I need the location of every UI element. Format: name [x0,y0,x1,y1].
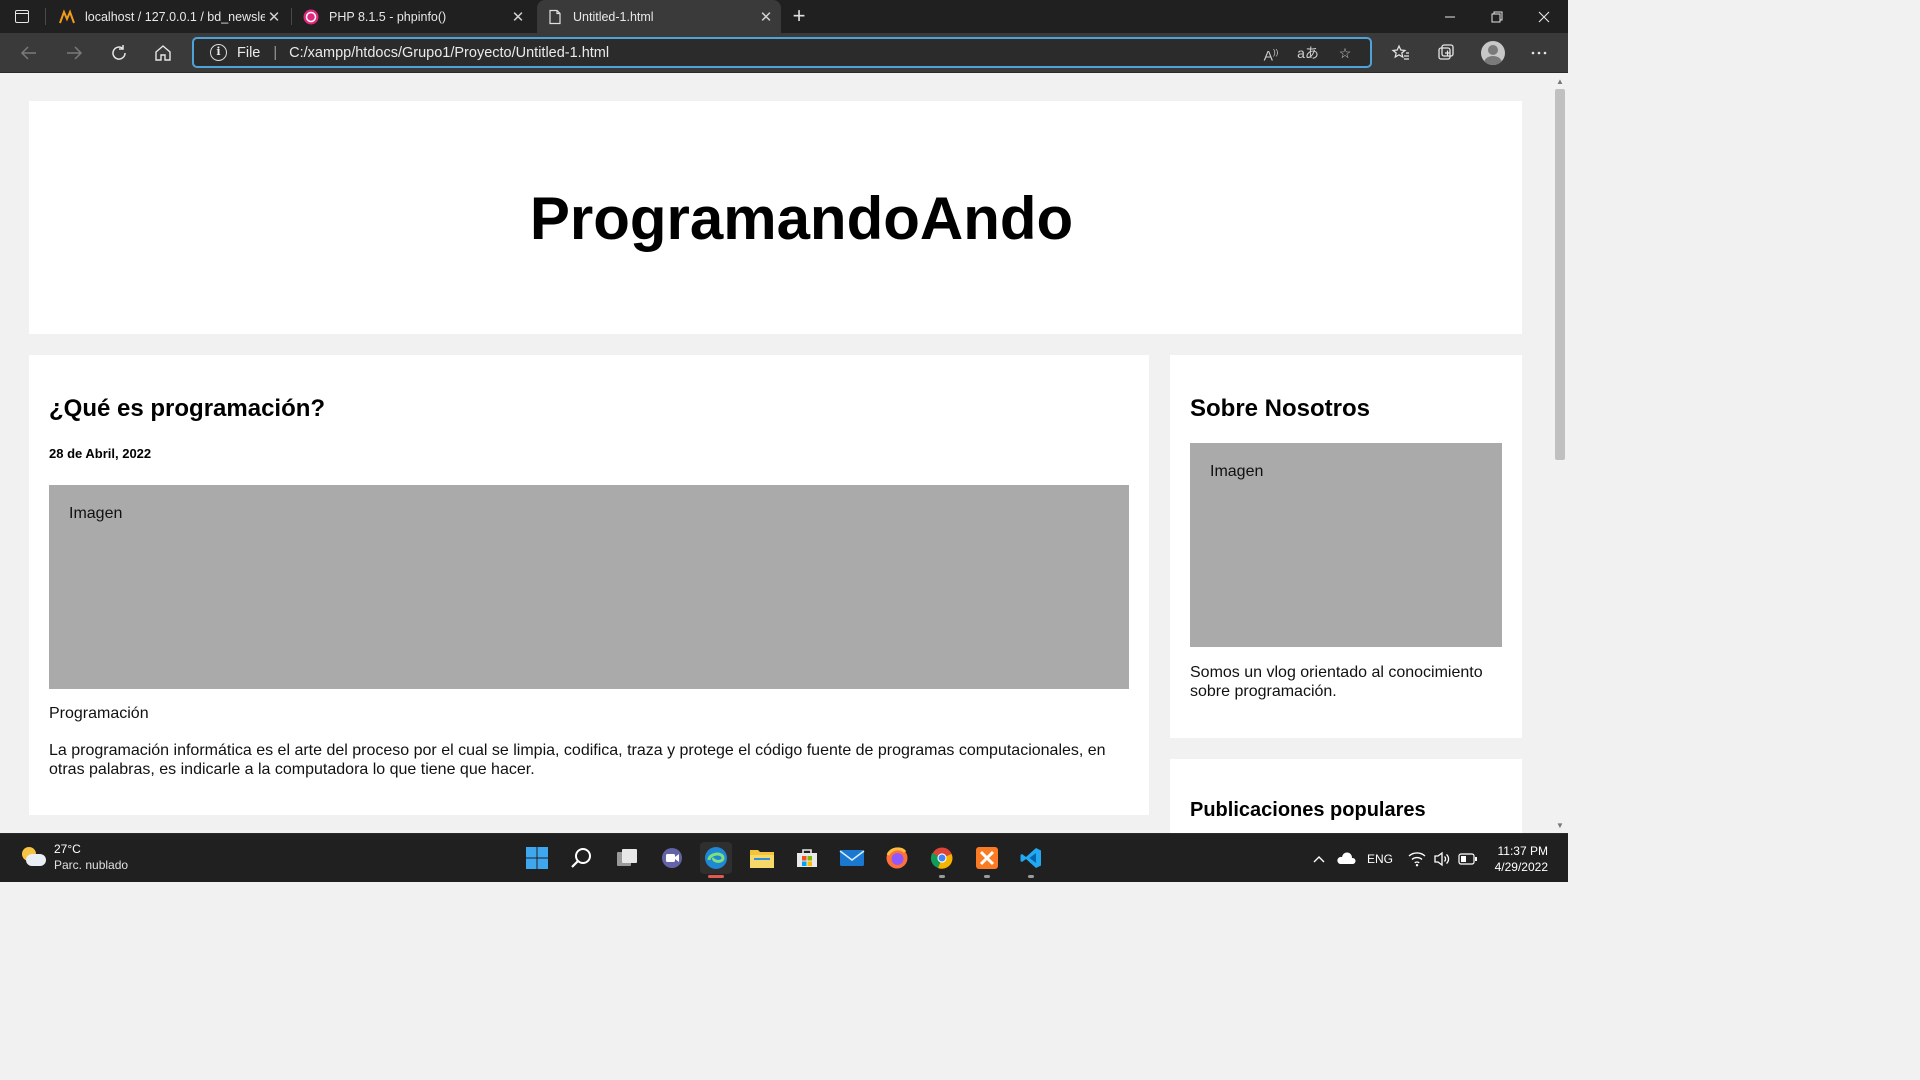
page-scrollbar[interactable]: ▲ ▼ [1552,74,1568,833]
post-subtitle: Programación [49,705,149,722]
site-title: ProgramandoAndo [529,185,1074,252]
vscode-icon[interactable] [1015,842,1047,878]
mail-icon[interactable] [836,842,868,874]
tab-title: PHP 8.1.5 - phpinfo() [329,9,447,24]
popular-posts-card: Publicaciones populares [1170,759,1522,833]
favorites-icon[interactable] [1389,41,1413,65]
post-image-placeholder: Imagen [49,485,1129,689]
post-date: 28 de Abril, 2022 [49,446,152,461]
profile-avatar-icon[interactable] [1481,41,1505,65]
site-header: ProgramandoAndo [29,101,1522,334]
phpmyadmin-icon [59,8,75,23]
post-body: La programación informática es el arte d… [49,742,1106,778]
edge-browser-icon[interactable] [700,842,732,878]
system-clock[interactable]: 11:37 PM 4/29/2022 [1488,843,1548,875]
scroll-down-icon[interactable]: ▼ [1556,821,1564,830]
file-explorer-icon[interactable] [746,842,778,874]
site-info-icon[interactable]: i [210,44,227,61]
clock-date: 4/29/2022 [1494,860,1548,874]
browser-tab-bar: localhost / 127.0.0.1 / bd_newsletter ✕ … [0,0,1568,33]
minimize-icon[interactable] [1427,0,1473,33]
volume-icon[interactable] [1433,834,1451,883]
add-favorite-star-icon[interactable]: ☆ [1333,43,1357,63]
close-icon[interactable]: ✕ [757,8,775,26]
translate-icon[interactable]: aあ [1296,43,1320,63]
scheme-label: File [237,44,261,61]
weather-temp: 27°C [54,842,81,856]
page-viewport: ProgramandoAndo ¿Qué es programación? 28… [0,74,1552,833]
clock-time: 11:37 PM [1497,844,1548,858]
file-icon [549,9,561,24]
search-icon[interactable] [566,842,598,874]
tab-separator [291,8,292,25]
about-card: Sobre Nosotros Imagen Somos un vlog orie… [1170,355,1522,738]
weather-desc: Parc. nublado [54,858,129,872]
partly-cloudy-icon [20,846,46,869]
tab-title: localhost / 127.0.0.1 / bd_newsletter [85,9,265,24]
scroll-up-icon[interactable]: ▲ [1556,77,1564,86]
weather-widget[interactable]: 27°C Parc. nublado [20,842,128,873]
popular-title: Publicaciones populares [1190,799,1426,821]
more-menu-icon[interactable] [1527,41,1551,65]
tab-phpmyadmin[interactable]: localhost / 127.0.0.1 / bd_newsletter ✕ [49,0,289,33]
show-hidden-icons-chevron-icon[interactable] [1312,834,1326,883]
input-language[interactable]: ENG [1367,834,1393,883]
start-windows-icon[interactable] [521,842,553,874]
task-view-icon[interactable] [611,842,643,874]
home-icon[interactable] [151,41,175,65]
close-icon[interactable]: ✕ [265,8,283,26]
php-icon [303,9,319,24]
address-bar[interactable]: i File | C:/xampp/htdocs/Grupo1/Proyecto… [192,37,1372,68]
tab-separator [45,8,46,25]
scrollbar-thumb[interactable] [1555,89,1565,460]
battery-icon[interactable] [1458,834,1478,883]
post-title: ¿Qué es programación? [49,395,326,422]
restore-icon[interactable] [1474,0,1520,33]
close-icon[interactable]: ✕ [509,8,527,26]
tab-title: Untitled-1.html [573,9,654,24]
windows-taskbar: 27°C Parc. nublado ENG 11:37 PM 4/29/202… [0,833,1568,882]
microsoft-store-icon[interactable] [791,842,823,874]
onedrive-cloud-icon[interactable] [1336,834,1356,883]
about-title: Sobre Nosotros [1190,395,1371,422]
post-card: ¿Qué es programación? 28 de Abril, 2022 … [29,355,1149,815]
browser-toolbar: i File | C:/xampp/htdocs/Grupo1/Proyecto… [0,33,1568,73]
back-arrow-icon[interactable] [17,41,41,65]
refresh-icon[interactable] [107,41,131,65]
forward-arrow-icon[interactable] [62,41,86,65]
close-window-icon[interactable] [1521,0,1567,33]
wifi-icon[interactable] [1408,834,1426,883]
xampp-icon[interactable] [971,842,1003,878]
about-text: Somos un vlog orientado al conocimiento … [1190,664,1483,700]
image-label: Imagen [1210,463,1264,480]
about-image-placeholder: Imagen [1190,443,1502,647]
teams-chat-icon[interactable] [656,842,688,874]
url-text[interactable]: C:/xampp/htdocs/Grupo1/Proyecto/Untitled… [289,45,1259,61]
firefox-icon[interactable] [881,842,913,874]
image-label: Imagen [69,505,123,522]
tab-actions-icon[interactable] [12,7,32,27]
new-tab-plus-icon[interactable]: + [788,5,810,27]
tab-untitled-active[interactable]: Untitled-1.html ✕ [537,0,781,33]
tab-phpinfo[interactable]: PHP 8.1.5 - phpinfo() ✕ [293,0,533,33]
read-aloud-icon[interactable]: A)) [1259,43,1283,63]
address-divider: | [273,44,278,61]
chrome-icon[interactable] [926,842,958,878]
collections-icon[interactable] [1434,41,1458,65]
